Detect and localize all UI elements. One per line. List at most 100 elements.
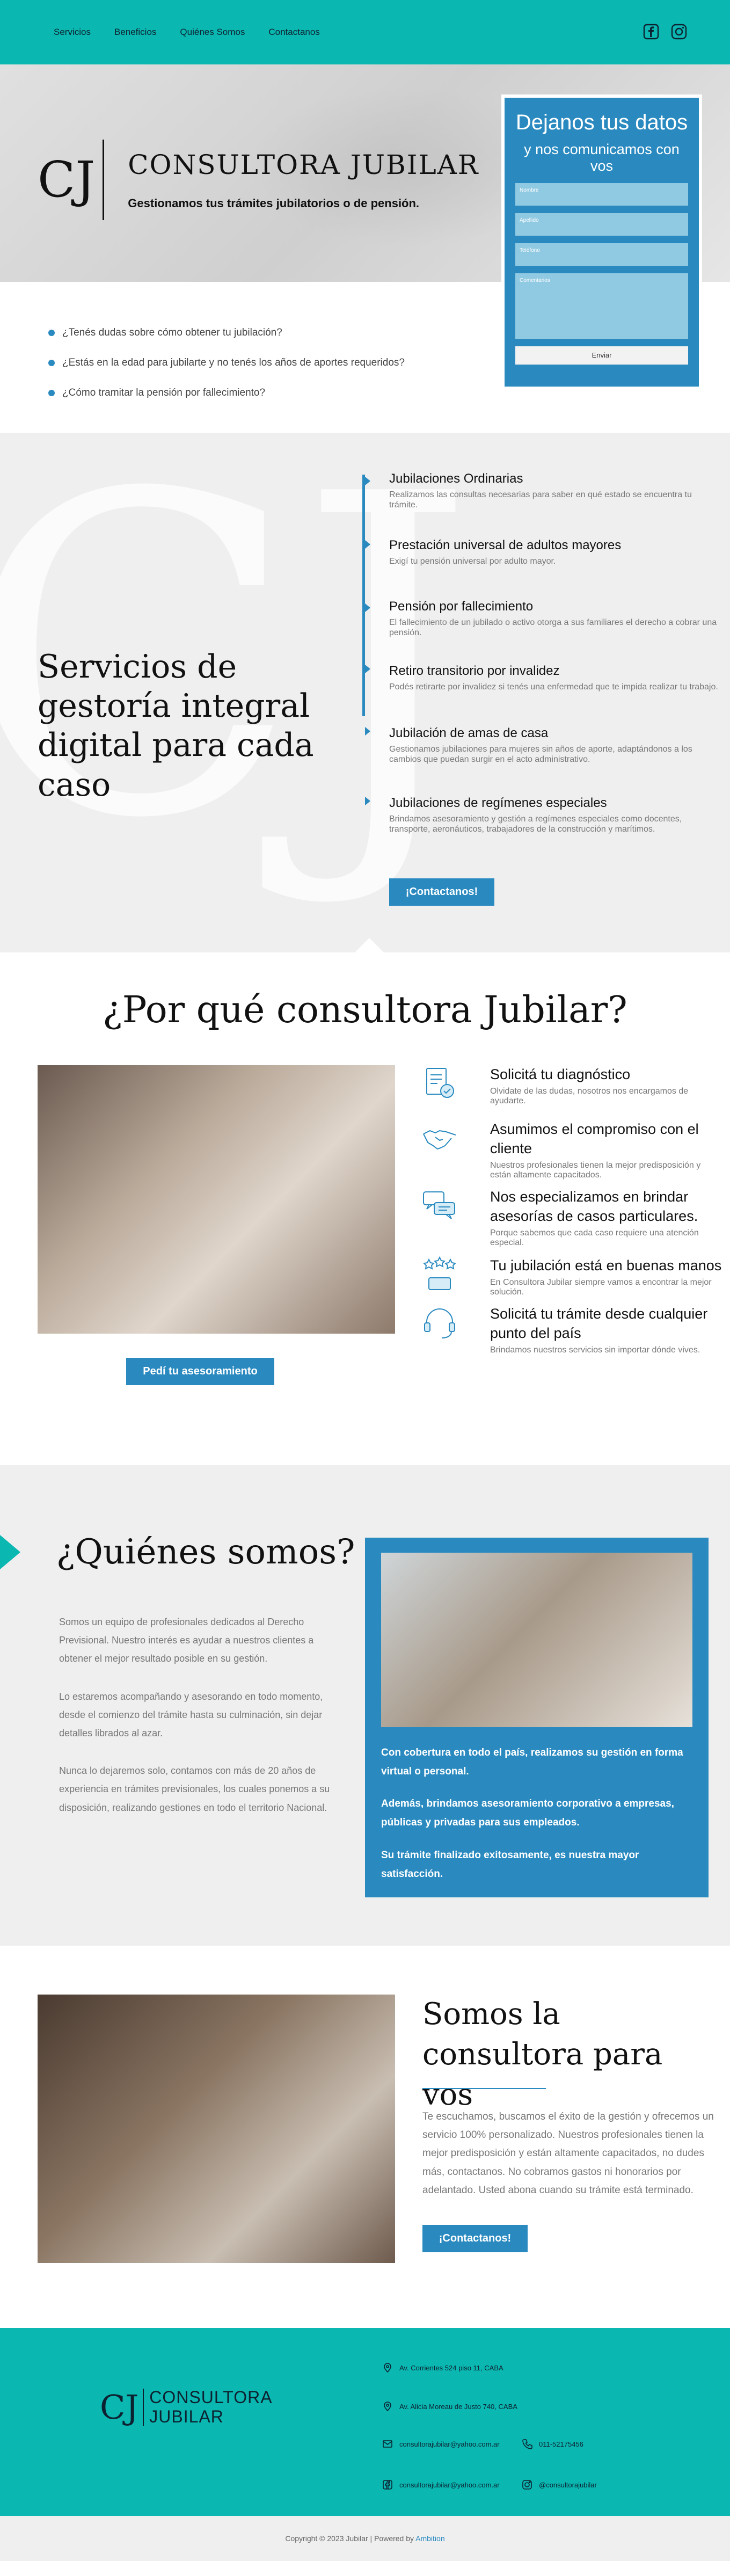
footer-logo-divider xyxy=(143,2388,144,2426)
contact-button[interactable]: ¡Contactanos! xyxy=(389,878,494,906)
feature-text: Olvidate de las dudas, nosotros nos enca… xyxy=(490,1086,689,1106)
service-title: Jubilaciones de regímenes especiales xyxy=(389,796,607,810)
card-paragraph: Con cobertura en todo el país, realizamo… xyxy=(381,1747,683,1778)
hero-title: CONSULTORA JUBILAR xyxy=(128,149,479,180)
phone-icon xyxy=(522,2439,532,2449)
card-paragraph: Su trámite finalizado exitosamente, es n… xyxy=(381,1849,639,1880)
footer-facebook[interactable]: consultorajubilar@yahoo.com.ar xyxy=(382,2479,500,2490)
timeline-marker xyxy=(365,797,370,805)
footer-email[interactable]: consultorajubilar@yahoo.com.ar xyxy=(382,2439,500,2449)
card-paragraph: Además, brindamos asesoramiento corporat… xyxy=(381,1798,674,1829)
address-text: Av. Corrientes 524 piso 11, CABA xyxy=(399,2363,503,2372)
service-item: Jubilaciones Ordinarias Realizamos las c… xyxy=(389,471,722,510)
instagram-text[interactable]: @consultorajubilar xyxy=(539,2481,597,2489)
footer-instagram[interactable]: @consultorajubilar xyxy=(522,2479,597,2490)
service-text: Podés retirarte por invalidez si tenés u… xyxy=(389,682,718,692)
consultora-section: Somos la consultora para vos Te escucham… xyxy=(0,1946,730,2328)
email-icon xyxy=(383,2440,392,2448)
logo-monogram: CJ xyxy=(38,151,96,208)
about-card: Con cobertura en todo el país, realizamo… xyxy=(365,1538,709,1897)
email-text[interactable]: consultorajubilar@yahoo.com.ar xyxy=(399,2440,500,2448)
feature-title: Tu jubilación está en buenas manos xyxy=(490,1257,722,1274)
nav-item-contactanos[interactable]: Contactanos xyxy=(268,27,319,38)
form-subtitle: y nos comunicamos con vos xyxy=(524,141,680,174)
service-text: Gestionamos jubilaciones para mujeres si… xyxy=(389,745,692,765)
service-text: Exigí tu pensión universal por adulto ma… xyxy=(389,557,556,566)
footer-phone[interactable]: 011-52175456 xyxy=(522,2439,583,2449)
document-check-icon xyxy=(421,1065,458,1102)
top-nav: Servicios Beneficios Quiénes Somos Conta… xyxy=(0,0,730,64)
elderly-couple-photo xyxy=(38,1065,395,1334)
copyright-text: Copyright © 2023 Jubilar | Powered by xyxy=(285,2534,414,2543)
service-item: Jubilaciones de regímenes especiales Bri… xyxy=(389,796,722,834)
services-timeline xyxy=(362,475,365,716)
feature-item: Asumimos el compromiso con el cliente Nu… xyxy=(421,1120,722,1181)
feature-item: Solicitá tu trámite desde cualquier punt… xyxy=(421,1305,722,1355)
service-text: Brindamos asesoramiento y gestión a regí… xyxy=(389,814,682,834)
service-title: Retiro transitorio por invalidez xyxy=(389,664,560,678)
why-section: ¿Por qué consultora Jubilar? Pedí tu ase… xyxy=(0,952,730,1465)
about-title: ¿Quiénes somos? xyxy=(56,1532,355,1572)
comments-field[interactable]: Comentarios xyxy=(515,273,688,339)
footer-brand-line: CONSULTORA xyxy=(149,2388,273,2407)
service-title: Jubilación de amas de casa xyxy=(389,726,549,740)
couple-laptop-photo xyxy=(381,1553,692,1727)
headset-icon xyxy=(421,1305,458,1341)
logo-divider xyxy=(103,140,105,220)
address-text: Av. Alicia Moreau de Justo 740, CABA xyxy=(399,2402,517,2411)
nav-menu: Servicios Beneficios Quiénes Somos Conta… xyxy=(54,27,344,38)
service-item: Retiro transitorio por invalidez Podés r… xyxy=(389,664,722,692)
timeline-marker xyxy=(365,540,370,549)
service-item: Jubilación de amas de casa Gestionamos j… xyxy=(389,726,722,765)
why-title: ¿Por qué consultora Jubilar? xyxy=(103,989,627,1031)
footer-logo: CJ CONSULTORA JUBILAR xyxy=(100,2388,273,2427)
timeline-marker xyxy=(365,665,370,673)
submit-button[interactable]: Enviar xyxy=(515,346,688,365)
timeline-marker xyxy=(365,727,370,736)
facebook-text[interactable]: consultorajubilar@yahoo.com.ar xyxy=(399,2481,500,2489)
footer-brand-line: JUBILAR xyxy=(149,2406,224,2426)
feature-item: Tu jubilación está en buenas manos En Co… xyxy=(421,1256,722,1298)
footer: CJ CONSULTORA JUBILAR Av. Corrientes 524… xyxy=(0,2328,730,2516)
nav-item-quienes-somos[interactable]: Quiénes Somos xyxy=(180,27,245,38)
footer-address: Av. Alicia Moreau de Justo 740, CABA xyxy=(382,2401,517,2412)
timeline-marker xyxy=(365,477,370,485)
stars-award-icon xyxy=(421,1256,458,1293)
instagram-icon[interactable] xyxy=(671,24,687,40)
about-paragraph: Nunca lo dejaremos solo, contamos con má… xyxy=(59,1765,330,1813)
hero-logo: CJ CONSULTORA JUBILAR Gestionamos tus tr… xyxy=(38,140,479,220)
request-advice-button[interactable]: Pedí tu asesoramiento xyxy=(126,1358,274,1385)
contact-form: Dejanos tus datos y nos comunicamos con … xyxy=(501,94,702,390)
location-pin-icon xyxy=(384,2402,391,2412)
service-text: El fallecimiento de un jubilado o activo… xyxy=(389,618,717,638)
family-phone-photo xyxy=(38,1995,395,2263)
section-marker xyxy=(0,1535,20,1569)
facebook-icon[interactable] xyxy=(643,24,659,40)
name-field[interactable]: Nombre xyxy=(515,183,688,206)
service-title: Prestación universal de adultos mayores xyxy=(389,538,622,552)
nav-item-beneficios[interactable]: Beneficios xyxy=(114,27,156,38)
nav-social xyxy=(643,24,687,40)
powered-by-link[interactable]: Ambition xyxy=(415,2534,444,2543)
facebook-icon xyxy=(383,2480,392,2490)
timeline-marker xyxy=(365,603,370,612)
section-notch xyxy=(354,938,384,952)
service-item: Pensión por fallecimiento El fallecimien… xyxy=(389,599,722,638)
service-title: Pensión por fallecimiento xyxy=(389,599,534,614)
feature-text: En Consultora Jubilar siempre vamos a en… xyxy=(490,1277,712,1297)
location-pin-icon xyxy=(384,2363,391,2373)
feature-item: Solicitá tu diagnóstico Olvidate de las … xyxy=(421,1065,722,1107)
feature-text: Brindamos nuestros servicios sin importa… xyxy=(490,1345,700,1355)
about-text: Somos un equipo de profesionales dedicad… xyxy=(59,1613,338,1836)
contact-button[interactable]: ¡Contactanos! xyxy=(422,2225,528,2252)
instagram-icon xyxy=(522,2480,532,2490)
feature-text: Nuestros profesionales tienen la mejor p… xyxy=(490,1160,701,1180)
phone-text[interactable]: 011-52175456 xyxy=(539,2440,583,2448)
feature-title: Nos especializamos en brindar asesorías … xyxy=(490,1189,698,1224)
service-title: Jubilaciones Ordinarias xyxy=(389,471,523,486)
about-paragraph: Somos un equipo de profesionales dedicad… xyxy=(59,1617,314,1664)
nav-item-servicios[interactable]: Servicios xyxy=(54,27,91,38)
surname-field[interactable]: Apellido xyxy=(515,213,688,236)
footer-address: Av. Corrientes 524 piso 11, CABA xyxy=(382,2362,503,2373)
phone-field[interactable]: Teléfono xyxy=(515,243,688,266)
